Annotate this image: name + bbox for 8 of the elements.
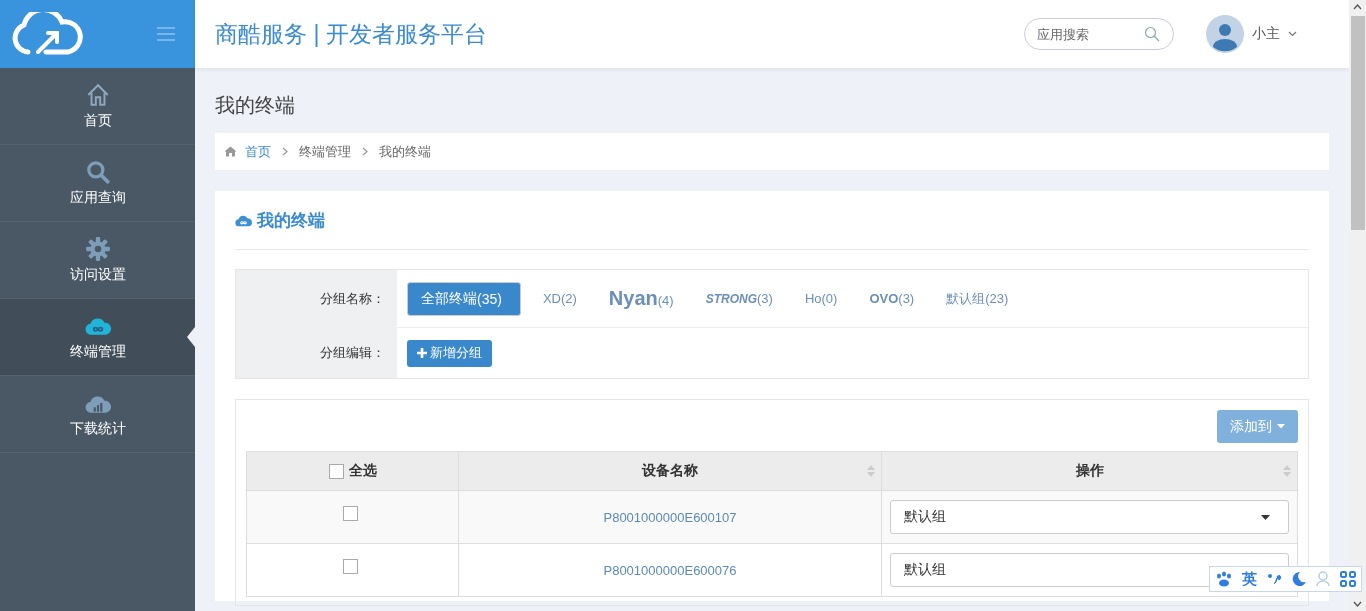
breadcrumb-text: 我的终端: [379, 142, 431, 161]
column-header: 全选: [246, 451, 459, 491]
filter-label: 分组名称：: [236, 270, 397, 328]
card-title: 我的终端: [257, 209, 325, 232]
breadcrumb-text: 终端管理: [299, 142, 351, 161]
page-title: 我的终端: [215, 93, 296, 118]
site-title: 商酷服务 | 开发者服务平台: [215, 19, 487, 49]
filter-label: 分组编辑：: [236, 328, 397, 378]
